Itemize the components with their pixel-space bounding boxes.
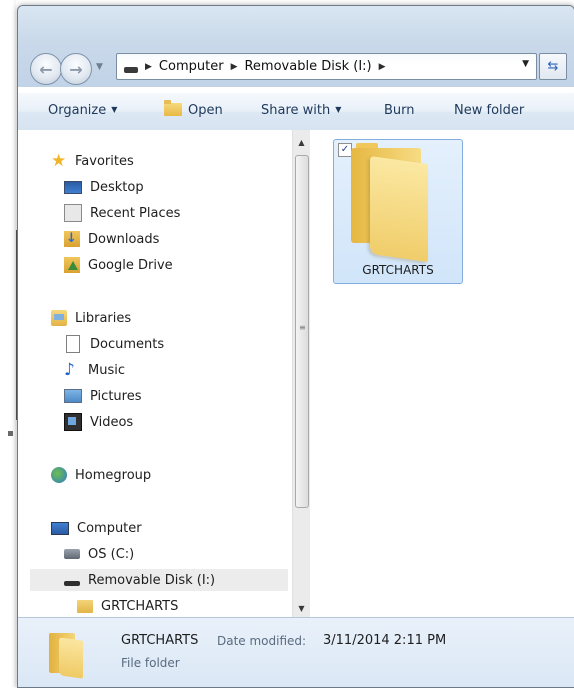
details-modified-label: Date modified:: [217, 634, 307, 648]
forward-arrow-icon: →: [69, 59, 83, 79]
navigation-buttons: ← → ▼: [30, 53, 130, 87]
downloads-icon: [64, 231, 80, 247]
nav-label: GRTCHARTS: [101, 598, 179, 614]
breadcrumb-separator-icon[interactable]: ▶: [145, 62, 152, 72]
nav-label: Favorites: [75, 153, 134, 169]
nav-pictures[interactable]: Pictures: [64, 385, 141, 407]
nav-videos[interactable]: Videos: [64, 411, 133, 433]
scroll-down-icon[interactable]: ▼: [293, 600, 310, 617]
videos-icon: [64, 413, 82, 431]
nav-desktop[interactable]: Desktop: [64, 176, 144, 198]
address-dropdown-icon[interactable]: ▼: [522, 59, 529, 69]
background-edge-dot: [8, 431, 13, 436]
nav-scrollbar[interactable]: ▲ ≡ ▼: [292, 130, 310, 617]
address-bar[interactable]: ▶ Computer ▶ Removable Disk (I:) ▶ ▼: [116, 53, 537, 80]
nav-recent-places[interactable]: Recent Places: [64, 202, 180, 224]
explorer-window: ← → ▼ ▶ Computer ▶ Removable Disk (I:) ▶…: [17, 5, 574, 688]
back-button[interactable]: ←: [30, 53, 62, 85]
nav-label: Libraries: [75, 310, 132, 326]
hard-drive-icon: [64, 549, 80, 559]
file-list: ✓ GRTCHARTS: [310, 130, 574, 617]
command-toolbar: Organize ▼ Open Share with ▼ Burn New fold…: [18, 92, 574, 131]
breadcrumb-separator-icon[interactable]: ▶: [379, 62, 386, 72]
nav-documents[interactable]: Documents: [64, 333, 164, 355]
refresh-button[interactable]: ⇆: [539, 53, 567, 80]
folder-item-label: GRTCHARTS: [362, 263, 434, 277]
music-icon: ♪: [64, 360, 75, 380]
breadcrumb-computer[interactable]: Computer: [159, 59, 224, 74]
details-type: File folder: [121, 656, 180, 670]
breadcrumb-removable-disk[interactable]: Removable Disk (I:): [244, 59, 371, 74]
chevron-down-icon: ▼: [335, 105, 342, 114]
chevron-down-icon: ▼: [111, 105, 118, 114]
share-with-label: Share with: [261, 103, 331, 118]
star-icon: ★: [51, 151, 67, 171]
recent-places-icon: [64, 204, 82, 222]
nav-computer[interactable]: Computer: [51, 517, 142, 539]
nav-music[interactable]: ♪ Music: [64, 359, 125, 381]
nav-label: Music: [88, 362, 125, 378]
navigation-pane: ★ Favorites Desktop Recent Places Downloa…: [18, 130, 292, 617]
nav-label: Homegroup: [75, 467, 152, 483]
organize-button[interactable]: Organize ▼: [48, 103, 117, 118]
organize-label: Organize: [48, 103, 107, 118]
nav-label: Desktop: [90, 179, 144, 195]
nav-favorites[interactable]: ★ Favorites: [51, 150, 134, 172]
removable-disk-icon: [124, 66, 138, 73]
details-modified-value: 3/11/2014 2:11 PM: [323, 633, 447, 648]
burn-label: Burn: [384, 103, 415, 118]
nav-removable-disk[interactable]: Removable Disk (I:): [30, 569, 288, 591]
folder-open-icon: [164, 100, 182, 116]
details-name: GRTCHARTS: [121, 633, 199, 648]
refresh-icon: ⇆: [547, 59, 559, 74]
share-with-button[interactable]: Share with ▼: [261, 103, 341, 118]
nav-label: Google Drive: [88, 257, 173, 273]
scroll-thumb[interactable]: ≡: [295, 155, 309, 508]
nav-grtcharts-folder[interactable]: GRTCHARTS: [77, 595, 178, 617]
open-button[interactable]: Open: [164, 100, 223, 118]
nav-label: Computer: [77, 520, 142, 536]
nav-os-drive[interactable]: OS (C:): [64, 543, 134, 565]
new-folder-label: New folder: [454, 103, 525, 118]
nav-label: Removable Disk (I:): [88, 572, 216, 588]
nav-label: OS (C:): [88, 546, 135, 562]
open-label: Open: [188, 103, 223, 118]
nav-label: Videos: [90, 414, 134, 430]
google-drive-icon: [64, 257, 80, 273]
nav-label: Recent Places: [90, 205, 181, 221]
new-folder-button[interactable]: New folder: [454, 103, 524, 118]
recent-pages-dropdown-icon[interactable]: ▼: [96, 62, 103, 72]
desktop-icon: [64, 180, 82, 194]
pictures-icon: [64, 389, 82, 403]
nav-homegroup[interactable]: Homegroup: [51, 464, 151, 486]
document-icon: [66, 335, 80, 353]
background-edge: [0, 0, 16, 687]
homegroup-icon: [51, 467, 67, 483]
back-arrow-icon: ←: [39, 59, 53, 79]
nav-downloads[interactable]: Downloads: [64, 228, 159, 250]
nav-label: Downloads: [88, 231, 160, 247]
libraries-icon: [51, 310, 67, 326]
grip-icon: ≡: [299, 323, 306, 332]
window-frame: ← → ▼ ▶ Computer ▶ Removable Disk (I:) ▶…: [18, 6, 574, 87]
folder-icon: [49, 631, 83, 679]
folder-icon: [77, 599, 93, 613]
details-pane: GRTCHARTS Date modified: 3/11/2014 2:11 …: [18, 617, 574, 687]
removable-disk-icon: [64, 580, 80, 586]
breadcrumb-separator-icon[interactable]: ▶: [231, 62, 238, 72]
burn-button[interactable]: Burn: [384, 103, 415, 118]
scroll-up-icon[interactable]: ▲: [293, 134, 310, 151]
computer-icon: [51, 521, 69, 535]
nav-google-drive[interactable]: Google Drive: [64, 254, 173, 276]
nav-libraries[interactable]: Libraries: [51, 307, 131, 329]
forward-button[interactable]: →: [60, 53, 92, 85]
folder-item-grtcharts[interactable]: ✓ GRTCHARTS: [333, 139, 463, 284]
nav-label: Pictures: [90, 388, 142, 404]
item-checkbox[interactable]: ✓: [338, 143, 352, 157]
nav-label: Documents: [90, 336, 165, 352]
